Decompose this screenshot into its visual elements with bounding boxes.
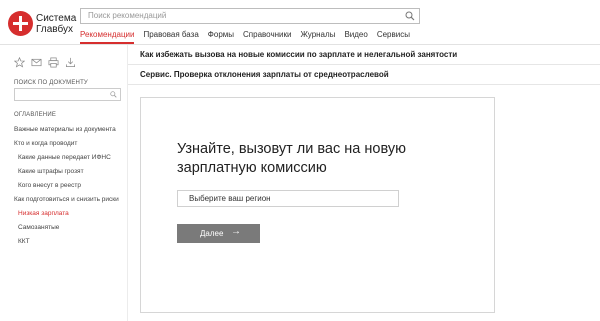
subtitle-divider <box>128 84 600 85</box>
section-subtitle: Сервис. Проверка отклонения зарплаты от … <box>140 70 389 79</box>
service-card: Узнайте, вызовут ли вас на новую зарплат… <box>140 97 495 313</box>
document-toolbar <box>14 57 76 68</box>
toc-item[interactable]: Самозанятые <box>18 224 59 231</box>
search-input[interactable]: Поиск рекомендаций <box>80 8 420 24</box>
search-icon[interactable] <box>110 91 117 98</box>
toc-item[interactable]: Как подготовиться и снизить риски <box>14 196 119 203</box>
doc-search-label: ПОИСК ПО ДОКУМЕНТУ <box>14 80 88 86</box>
print-icon[interactable] <box>48 57 59 68</box>
doc-search-input[interactable] <box>14 88 121 101</box>
search-icon[interactable] <box>405 11 415 21</box>
brand-name[interactable]: Система Главбух <box>36 13 76 35</box>
brand-line-2: Главбух <box>36 24 73 35</box>
toc-item[interactable]: Кто и когда проводит <box>14 140 77 147</box>
logo-icon[interactable] <box>8 11 33 36</box>
toc-item[interactable]: ККТ <box>18 238 30 245</box>
brand-line-1: Система <box>36 13 77 24</box>
toc-item[interactable]: Какие данные передает ИФНС <box>18 154 111 161</box>
toc-item[interactable]: Кого внесут в реестр <box>18 182 81 189</box>
sidebar-divider <box>127 45 128 321</box>
region-select[interactable]: Выберите ваш регион <box>177 190 399 207</box>
header-divider <box>0 44 600 45</box>
toc-item[interactable]: Важные материалы из документа <box>14 126 116 133</box>
title-divider <box>128 64 600 65</box>
nav-item-references[interactable]: Справочники <box>243 28 291 44</box>
toc-item[interactable]: Какие штрафы грозят <box>18 168 84 175</box>
nav-item-services[interactable]: Сервисы <box>377 28 410 44</box>
arrow-right-icon: → <box>231 226 241 237</box>
document-title: Как избежать вызова на новые комиссии по… <box>140 50 458 59</box>
nav-item-forms[interactable]: Формы <box>208 28 234 44</box>
next-button[interactable]: Далее → <box>177 224 260 243</box>
search-placeholder: Поиск рекомендаций <box>88 11 167 20</box>
nav-item-legal-base[interactable]: Правовая база <box>143 28 198 44</box>
region-placeholder: Выберите ваш регион <box>189 194 271 203</box>
nav-item-video[interactable]: Видео <box>344 28 367 44</box>
toc-label: ОГЛАВЛЕНИЕ <box>14 112 57 118</box>
mail-icon[interactable] <box>31 57 42 68</box>
next-button-label: Далее <box>200 229 224 238</box>
toc-item-active[interactable]: Низкая зарплата <box>18 210 69 217</box>
nav-item-recommendations[interactable]: Рекомендации <box>80 28 135 44</box>
star-icon[interactable] <box>14 57 25 68</box>
download-icon[interactable] <box>65 57 76 68</box>
card-heading: Узнайте, вызовут ли вас на новую зарплат… <box>177 141 406 176</box>
main-nav: Рекомендации Правовая база Формы Справоч… <box>80 28 410 44</box>
nav-item-journals[interactable]: Журналы <box>300 28 335 44</box>
